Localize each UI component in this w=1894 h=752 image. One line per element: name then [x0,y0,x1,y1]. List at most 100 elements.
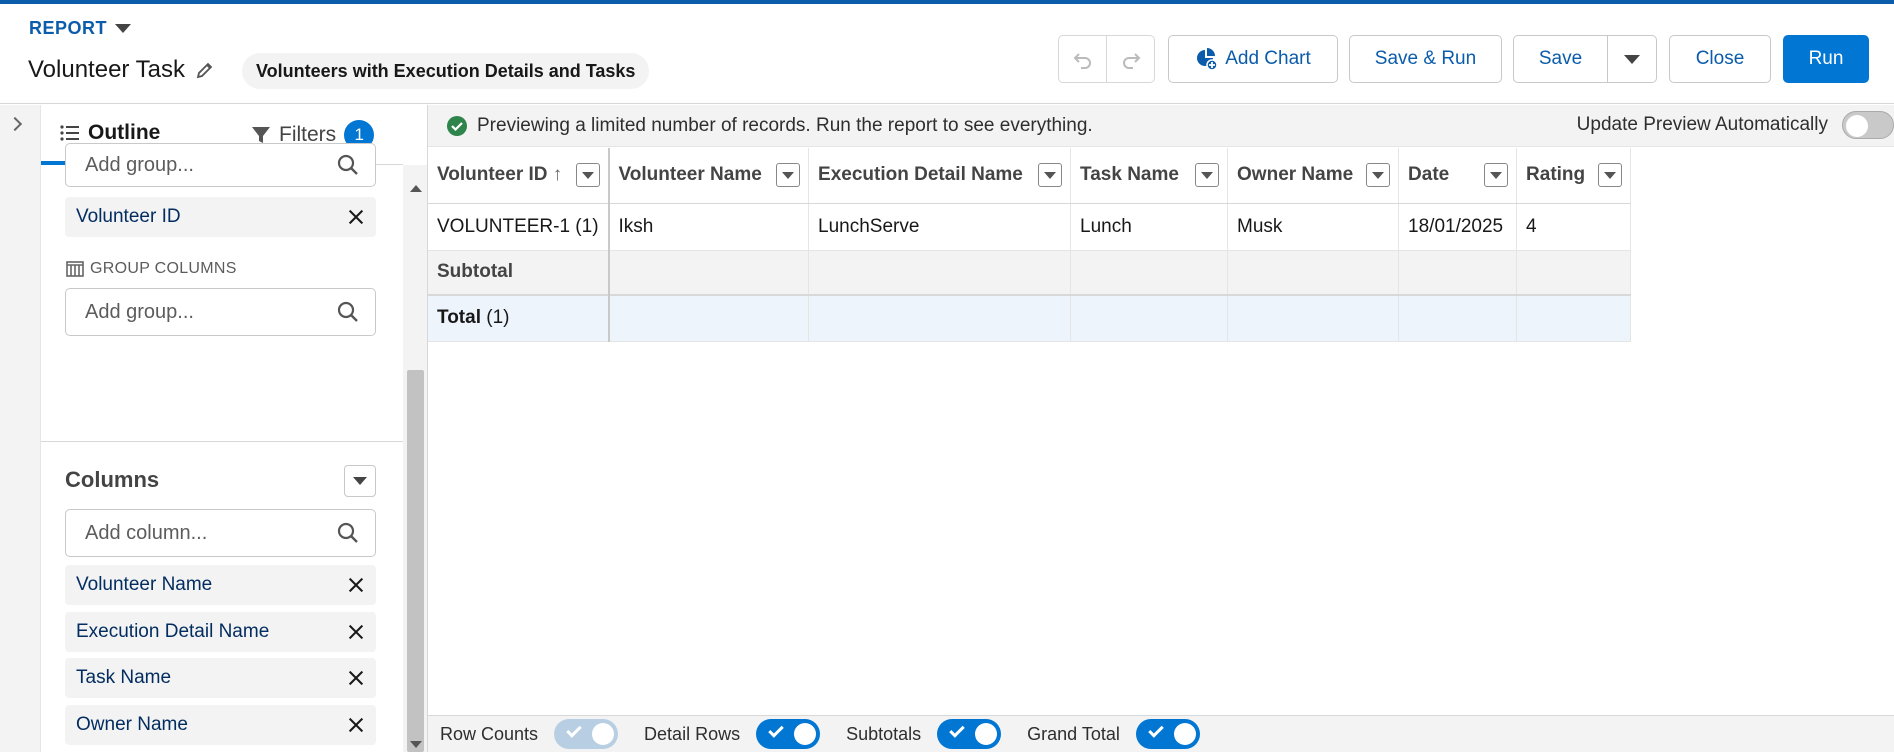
chevron-down-icon [1624,54,1640,64]
remove-icon[interactable] [348,624,364,640]
auto-update-toggle[interactable] [1842,111,1894,139]
column-header-label: Execution Detail Name [818,164,1023,186]
column-header[interactable]: Rating [1516,148,1632,204]
column-menu-button[interactable] [575,163,600,188]
column-menu-button[interactable] [1195,163,1220,188]
subtotals-label: Subtotals [846,723,922,744]
column-header-label: Owner Name [1237,164,1354,186]
report-preview: Previewing a limited number of records. … [428,105,1894,752]
report-footer-toggles: Row Counts Detail Rows Subtotals Grand T… [428,715,1894,752]
group-columns-label: GROUP COLUMNS [66,260,237,278]
column-header-label: Date [1408,164,1450,186]
tab-outline-label: Outline [88,121,161,144]
column-chip: Task Name [65,658,376,698]
column-chip: Owner Name [65,705,376,745]
group-columns-placeholder: Add group... [85,300,194,323]
column-chip-label: Volunteer Name [76,574,213,595]
column-header[interactable]: Volunteer Name [608,148,810,204]
remove-icon[interactable] [348,577,364,593]
save-and-run-button[interactable]: Save & Run [1349,35,1502,83]
table-cell [808,250,1072,296]
remove-icon[interactable] [348,717,364,733]
table-cell [808,294,1072,342]
column-header-label: Rating [1526,164,1586,186]
column-header-label: Volunteer Name [618,164,762,186]
save-split-button: Save [1513,35,1657,83]
close-button[interactable]: Close [1669,35,1771,83]
row-counts-toggle[interactable] [554,719,619,749]
report-object-label: REPORT [29,18,108,38]
subtotal-row: Subtotal [428,250,1632,296]
column-menu-button[interactable] [1598,163,1623,188]
column-header[interactable]: Date [1398,148,1518,204]
add-column-search[interactable]: Add column... [65,509,376,557]
subtotals-toggle[interactable] [937,719,1002,749]
add-chart-button[interactable]: Add Chart [1168,35,1338,83]
detail-rows-toggle[interactable] [756,719,821,749]
columns-menu-button[interactable] [344,465,376,497]
columns-heading: Columns [65,467,160,492]
chevron-down-icon [353,477,367,485]
undo-button[interactable] [1059,36,1107,82]
column-menu-button[interactable] [1366,163,1391,188]
check-icon [949,722,965,738]
chevron-right-icon[interactable] [7,116,23,132]
total-cell: Total (1) [428,294,610,342]
total-label: Total [437,307,481,329]
table-cell: Iksh [608,203,810,251]
search-icon [337,301,358,322]
report-type-pill: Volunteers with Execution Details and Ta… [242,53,650,89]
table-header-row: Volunteer ID ↑ Volunteer Name Execution … [428,148,1632,204]
column-header[interactable]: Volunteer ID ↑ [428,148,610,204]
scroll-up-icon[interactable] [410,185,422,192]
report-object-menu[interactable]: REPORT [29,18,132,39]
table-row: VOLUNTEER-1 (1) Iksh LunchServe Lunch Mu… [428,203,1632,251]
column-chip-label: Execution Detail Name [76,621,270,642]
search-icon [337,522,358,543]
pencil-icon[interactable] [195,60,215,80]
redo-button[interactable] [1107,36,1154,82]
column-header[interactable]: Owner Name [1227,148,1400,204]
column-header-label: Task Name [1080,164,1179,186]
column-chip: Execution Detail Name [65,612,376,652]
check-icon [1148,722,1164,738]
column-menu-button[interactable] [1484,163,1509,188]
panel-scrollbar[interactable] [403,165,427,752]
table-cell [1227,250,1400,296]
toggle-knob [1173,723,1196,745]
table-cell [1070,294,1229,342]
total-row: Total (1) [428,294,1632,342]
column-header[interactable]: Execution Detail Name [808,148,1072,204]
column-menu-button[interactable] [1038,163,1063,188]
table-cell [1070,250,1229,296]
grand-total-toggle[interactable] [1135,719,1200,749]
check-icon [566,722,582,738]
table-cell: LunchServe [808,203,1072,251]
remove-icon[interactable] [348,209,364,225]
column-menu-button[interactable] [776,163,801,188]
save-menu-button[interactable] [1608,36,1656,82]
scroll-down-icon[interactable] [410,741,422,748]
group-columns-search[interactable]: Add group... [65,288,376,336]
run-button[interactable]: Run [1783,35,1869,83]
save-button[interactable]: Save [1514,36,1608,82]
outline-panel: Outline Filters 1 Add group... Volunteer… [41,105,428,752]
panel-collapse-rail [0,105,41,752]
report-table: Volunteer ID ↑ Volunteer Name Execution … [428,148,1632,342]
auto-update-label: Update Preview Automatically [1576,114,1828,135]
group-rows-search[interactable]: Add group... [65,143,376,187]
subtotal-label: Subtotal [428,250,610,296]
group-row-chip: Volunteer ID [65,197,376,237]
preview-message-bar: Previewing a limited number of records. … [428,105,1894,147]
column-header-label: Volunteer ID [437,164,548,186]
auto-update-toggle-group: Update Preview Automatically [1577,111,1894,139]
table-cell [1398,250,1518,296]
table-cell: 18/01/2025 [1398,203,1518,251]
toggle-knob [1846,115,1868,137]
scroll-thumb[interactable] [407,370,424,752]
remove-icon[interactable] [348,670,364,686]
report-name: Volunteer Task [28,56,215,84]
toggle-knob [592,723,615,745]
group-rows-placeholder: Add group... [85,153,194,176]
column-header[interactable]: Task Name [1070,148,1229,204]
